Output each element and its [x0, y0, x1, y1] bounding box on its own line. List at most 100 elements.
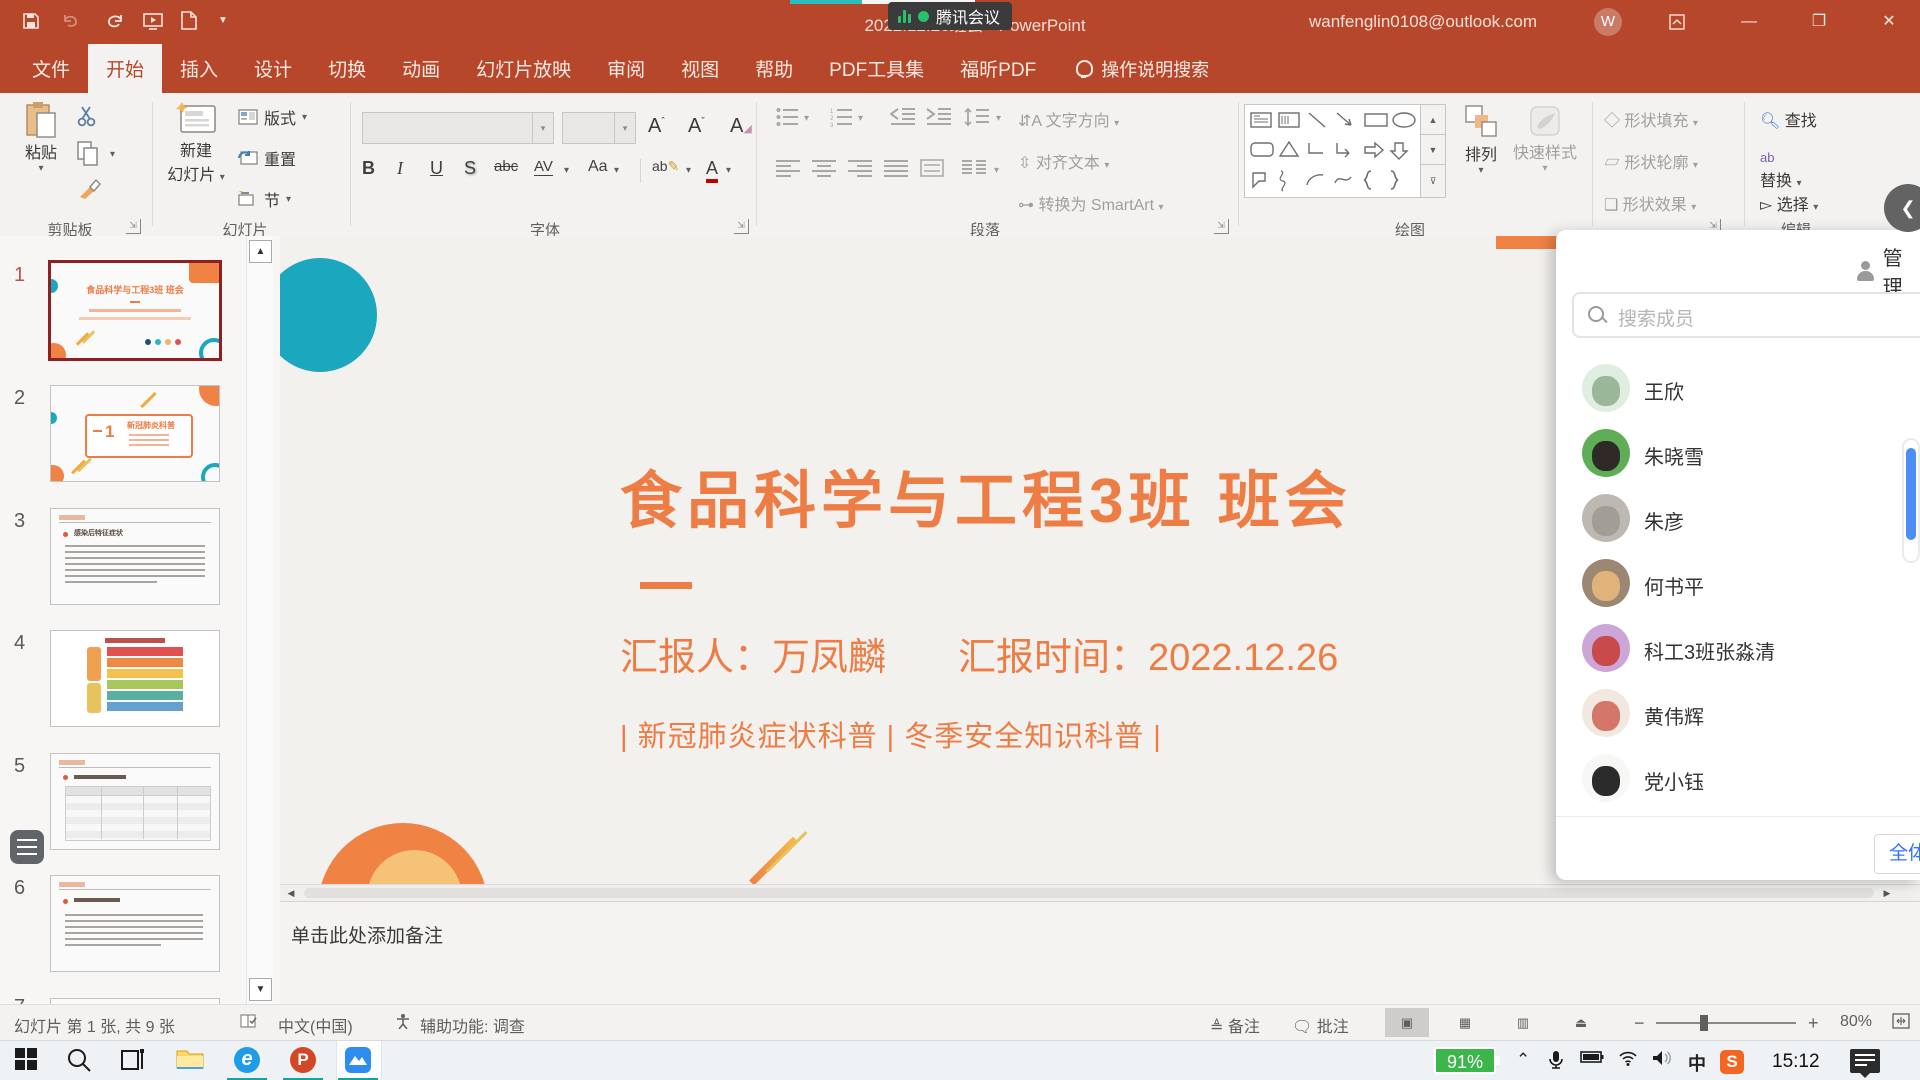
convert-smartart-button[interactable]: ⊶ 转换为 SmartArt ▾ [1018, 191, 1164, 215]
tab-view[interactable]: 视图 [663, 44, 737, 93]
notification-center-icon[interactable] [1850, 1049, 1880, 1073]
account-avatar[interactable]: W [1594, 8, 1622, 36]
meeting-float-handle[interactable] [10, 830, 44, 864]
tab-transitions[interactable]: 切换 [310, 44, 384, 93]
notes-pane[interactable]: 单击此处添加备注 [280, 901, 1920, 1005]
reading-view-button[interactable]: ▥ [1501, 1008, 1545, 1037]
format-painter-icon[interactable] [77, 177, 103, 201]
change-case-button[interactable]: Aa [588, 158, 608, 176]
slide-thumbnail-2[interactable]: 1 新冠肺炎科普 [50, 385, 220, 482]
slide-sorter-view-button[interactable]: ▦ [1443, 1008, 1487, 1037]
tab-design[interactable]: 设计 [236, 44, 310, 93]
zoom-out-button[interactable]: − [1634, 1013, 1645, 1034]
search-taskbar-icon[interactable] [66, 1047, 94, 1075]
font-color-button[interactable]: A [706, 158, 718, 183]
tencent-meeting-taskbar-icon[interactable] [345, 1047, 373, 1075]
replace-button[interactable]: ab替换 ▾ [1760, 149, 1802, 191]
distribute-icon[interactable] [920, 159, 944, 181]
edge-browser-icon[interactable]: e [234, 1047, 262, 1075]
clipboard-dialog-launcher[interactable]: ⇲ [126, 219, 141, 234]
text-direction-button[interactable]: ⇵A 文字方向 ▾ [1018, 107, 1119, 131]
highlight-color-button[interactable]: ab✎ [652, 158, 679, 175]
shape-effects-button[interactable]: ❑ 形状效果 ▾ [1604, 191, 1696, 215]
align-right-icon[interactable] [848, 159, 872, 181]
shapes-gallery[interactable] [1244, 104, 1422, 198]
align-text-button[interactable]: ⇳ 对齐文本 ▾ [1018, 149, 1109, 173]
mute-all-button[interactable]: 全体 [1874, 834, 1920, 874]
battery-icon[interactable] [1580, 1050, 1604, 1064]
scroll-left-icon[interactable]: ◀ [284, 887, 298, 899]
thumbnail-scrollbar[interactable]: ▲ ▼ [246, 236, 273, 1004]
arrange-button[interactable]: 排列 ▾ [1452, 103, 1510, 176]
close-button[interactable]: ✕ [1874, 10, 1904, 34]
ime-indicator[interactable]: 中 [1688, 1050, 1706, 1076]
zoom-in-button[interactable]: + [1808, 1013, 1819, 1034]
select-button[interactable]: ▻ 选择 ▾ [1760, 191, 1818, 215]
font-dialog-launcher[interactable]: ⇲ [734, 219, 749, 234]
shapes-scroll-down[interactable]: ▼ [1420, 134, 1446, 166]
paragraph-dialog-launcher[interactable]: ⇲ [1214, 219, 1229, 234]
minimize-button[interactable]: — [1734, 10, 1764, 34]
member-row[interactable]: 何书平 [1556, 551, 1920, 616]
fit-to-window-icon[interactable] [1892, 1013, 1910, 1029]
copy-dropdown[interactable]: ▾ [110, 149, 115, 160]
normal-view-button[interactable]: ▣ [1385, 1008, 1429, 1037]
grow-font-button[interactable]: Aˆ [648, 115, 665, 138]
tab-file[interactable]: 文件 [14, 44, 88, 93]
tell-me-search[interactable]: 操作说明搜索 [1076, 44, 1209, 93]
slide-title[interactable]: 食品科学与工程3班 班会 [620, 450, 1540, 540]
notes-placeholder[interactable]: 单击此处添加备注 [291, 921, 443, 948]
member-row[interactable]: 黄伟辉 [1556, 681, 1920, 746]
tab-help[interactable]: 帮助 [737, 44, 811, 93]
hscroll-thumb[interactable] [304, 888, 1874, 898]
tab-home[interactable]: 开始 [88, 44, 162, 93]
powerpoint-taskbar-icon[interactable]: P [290, 1047, 318, 1075]
tab-animations[interactable]: 动画 [384, 44, 458, 93]
member-list-scrollbar[interactable] [1902, 438, 1920, 563]
spellcheck-icon[interactable] [240, 1013, 258, 1029]
zoom-level[interactable]: 80% [1840, 1013, 1872, 1031]
underline-button[interactable]: U [430, 158, 443, 179]
slide-thumbnail-6[interactable] [50, 875, 220, 972]
quick-styles-button[interactable]: 快速样式 ▾ [1512, 103, 1578, 174]
slide-topics[interactable]: | 新冠肺炎症状科普 | 冬季安全知识科普 | [620, 713, 1162, 755]
tab-review[interactable]: 审阅 [589, 44, 663, 93]
columns-icon[interactable] [962, 159, 986, 181]
maximize-button[interactable]: ❐ [1804, 10, 1834, 34]
taskbar-clock[interactable]: 15:12 [1772, 1051, 1820, 1073]
new-slide-button[interactable]: 新建 幻灯片 ▾ [166, 101, 226, 185]
copy-icon[interactable] [77, 141, 99, 167]
slide-thumbnail-1[interactable]: 食品科学与工程3班 班会 [48, 260, 222, 361]
italic-button[interactable]: I [397, 158, 403, 179]
character-spacing-button[interactable]: AV [534, 158, 553, 176]
save-icon[interactable] [18, 8, 44, 34]
strikethrough-button[interactable]: abc [494, 158, 518, 175]
start-slideshow-icon[interactable] [140, 8, 166, 34]
file-explorer-icon[interactable] [176, 1047, 204, 1075]
find-button[interactable]: 🔍︎ 查找 [1760, 107, 1817, 131]
align-left-icon[interactable] [776, 159, 800, 181]
zoom-slider-track[interactable] [1656, 1022, 1796, 1024]
language-indicator[interactable]: 中文(中国) [278, 1013, 353, 1037]
member-row[interactable]: 王欣 [1556, 356, 1920, 421]
slide-thumbnail-5[interactable] [50, 753, 220, 850]
shape-fill-button[interactable]: ◇ 形状填充 ▾ [1604, 107, 1698, 131]
task-view-icon[interactable] [120, 1047, 148, 1075]
increase-indent-icon[interactable] [926, 107, 950, 129]
font-name-combo[interactable]: ▾ [362, 112, 554, 144]
tab-pdf-tools[interactable]: PDF工具集 [811, 44, 942, 93]
shrink-font-button[interactable]: Aˇ [688, 115, 705, 138]
shapes-more[interactable]: ⊽ [1420, 164, 1446, 198]
slideshow-view-button[interactable]: ⏏ [1559, 1008, 1603, 1037]
align-center-icon[interactable] [812, 159, 836, 181]
member-row[interactable]: 朱晓雪 [1556, 421, 1920, 486]
scroll-up-icon[interactable]: ▲ [249, 240, 272, 263]
line-spacing-icon[interactable] [964, 107, 988, 129]
font-size-combo[interactable]: ▾ [562, 112, 636, 144]
tab-slideshow[interactable]: 幻灯片放映 [458, 44, 589, 93]
start-button[interactable] [14, 1047, 42, 1075]
slide-subtitle[interactable]: 汇报人：万凤麟 汇报时间：2022.12.26 [620, 626, 1338, 681]
cut-icon[interactable] [76, 105, 100, 127]
wifi-icon[interactable] [1618, 1050, 1638, 1066]
tencent-meeting-badge[interactable]: 腾讯会议 [888, 2, 1012, 30]
